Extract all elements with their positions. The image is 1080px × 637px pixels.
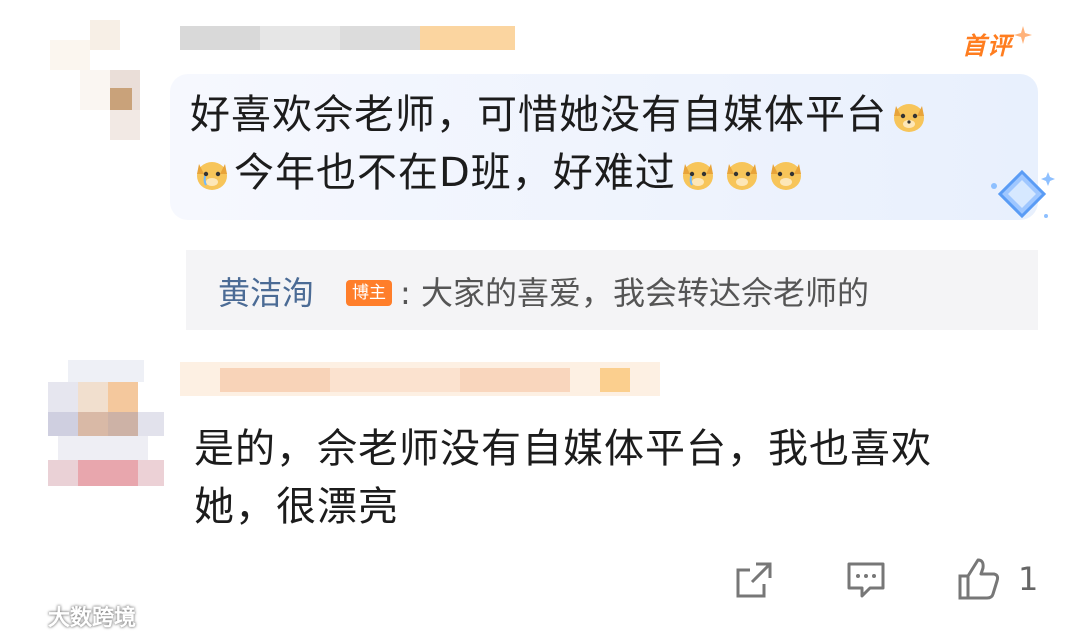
- like-icon[interactable]: [956, 556, 1002, 602]
- username-blurred[interactable]: [180, 358, 660, 402]
- comment-text-line1: 是的，佘老师没有自媒体平台，我也喜欢: [194, 426, 932, 472]
- watermark-text: 大数跨境: [48, 606, 137, 631]
- comment-text-line2: 她，很漂亮: [194, 484, 399, 530]
- username-blurred[interactable]: [180, 20, 515, 56]
- diamond-icon: [991, 169, 1055, 219]
- watermark: 大数跨境: [8, 600, 136, 632]
- author-reply[interactable]: 黄洁洵 博主 : 大家的喜爱，我会转达佘老师的: [186, 250, 1038, 330]
- blogger-tag: 博主: [346, 280, 392, 306]
- dog-emoji-icon: [767, 152, 805, 192]
- sparkle-icon: [1014, 26, 1032, 44]
- comment-text: 今年也不在D班，好难过: [234, 150, 676, 196]
- share-icon[interactable]: [734, 560, 774, 600]
- avatar[interactable]: [48, 360, 164, 490]
- avatar[interactable]: [50, 20, 160, 140]
- dog-emoji-icon: [193, 152, 231, 192]
- dog-emoji-icon: [679, 152, 717, 192]
- first-comment-badge: 首评: [958, 24, 1038, 64]
- dog-emoji-icon: [890, 94, 928, 134]
- comment-icon[interactable]: [846, 560, 886, 600]
- comment-text-line1: 好喜欢佘老师，可惜她没有自媒体平台: [190, 86, 931, 144]
- dog-emoji-icon: [723, 152, 761, 192]
- reply-author-name[interactable]: 黄洁洵: [218, 268, 314, 314]
- reply-text: : 大家的喜爱，我会转达佘老师的: [400, 274, 869, 312]
- like-count: 1: [1018, 560, 1039, 598]
- watermark-logo-icon: [8, 609, 41, 627]
- comment-text: 好喜欢佘老师，可惜她没有自媒体平台: [190, 92, 887, 138]
- comment-text-line2: 今年也不在D班，好难过: [190, 144, 808, 202]
